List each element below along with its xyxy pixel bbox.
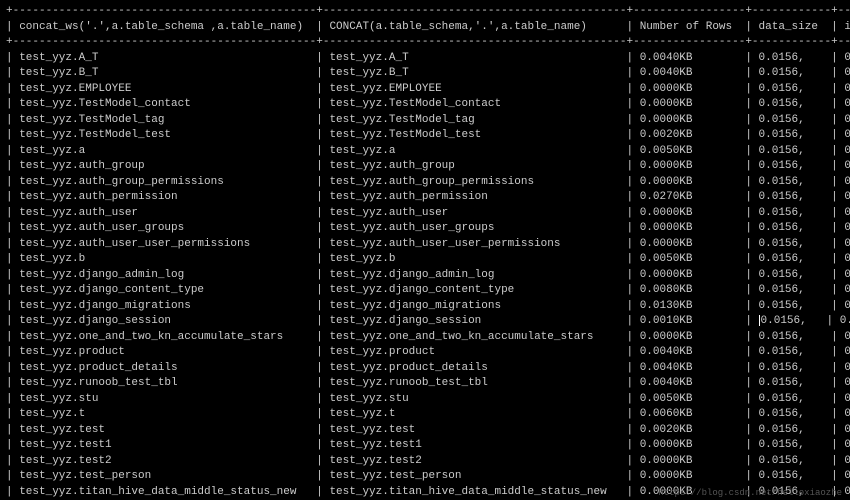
table-header-row: | concat_ws('.',a.table_schema ,a.table_… xyxy=(6,20,844,36)
table-row: | test_yyz.django_content_type | test_yy… xyxy=(6,283,844,299)
table-row: | test_yyz.test1 | test_yyz.test1 | 0.00… xyxy=(6,438,844,454)
table-row: | test_yyz.test_person | test_yyz.test_p… xyxy=(6,469,844,485)
table-row: | test_yyz.TestModel_contact | test_yyz.… xyxy=(6,97,844,113)
table-row: | test_yyz.auth_group_permissions | test… xyxy=(6,175,844,191)
table-row: | test_yyz.runoob_test_tbl | test_yyz.ru… xyxy=(6,376,844,392)
table-row: | test_yyz.A_T | test_yyz.A_T | 0.0040KB… xyxy=(6,51,844,67)
table-row: | test_yyz.django_admin_log | test_yyz.d… xyxy=(6,268,844,284)
table-row: | test_yyz.auth_user | test_yyz.auth_use… xyxy=(6,206,844,222)
table-row: | test_yyz.auth_user_groups | test_yyz.a… xyxy=(6,221,844,237)
table-row: | test_yyz.auth_user_user_permissions | … xyxy=(6,237,844,253)
table-row: | test_yyz.django_migrations | test_yyz.… xyxy=(6,299,844,315)
table-row: | test_yyz.test2 | test_yyz.test2 | 0.00… xyxy=(6,454,844,470)
sql-result-table: +---------------------------------------… xyxy=(0,0,850,500)
watermark-text: https://blog.csdn.net/helloxiaozhe xyxy=(658,488,842,498)
table-border-top: +---------------------------------------… xyxy=(6,4,844,20)
table-row: | test_yyz.test | test_yyz.test | 0.0020… xyxy=(6,423,844,439)
table-row: | test_yyz.django_session | test_yyz.dja… xyxy=(6,314,844,330)
table-row: | test_yyz.auth_permission | test_yyz.au… xyxy=(6,190,844,206)
table-row: | test_yyz.TestModel_tag | test_yyz.Test… xyxy=(6,113,844,129)
table-row: | test_yyz.auth_group | test_yyz.auth_gr… xyxy=(6,159,844,175)
table-row: | test_yyz.b | test_yyz.b | 0.0050KB | 0… xyxy=(6,252,844,268)
table-row: | test_yyz.stu | test_yyz.stu | 0.0050KB… xyxy=(6,392,844,408)
table-row: | test_yyz.one_and_two_kn_accumulate_sta… xyxy=(6,330,844,346)
table-row: | test_yyz.t | test_yyz.t | 0.0060KB | 0… xyxy=(6,407,844,423)
table-row: | test_yyz.product | test_yyz.product | … xyxy=(6,345,844,361)
table-row: | test_yyz.TestModel_test | test_yyz.Tes… xyxy=(6,128,844,144)
table-row: | test_yyz.product_details | test_yyz.pr… xyxy=(6,361,844,377)
table-row: | test_yyz.B_T | test_yyz.B_T | 0.0040KB… xyxy=(6,66,844,82)
table-row: | test_yyz.a | test_yyz.a | 0.0050KB | 0… xyxy=(6,144,844,160)
table-border-header: +---------------------------------------… xyxy=(6,35,844,51)
table-row: | test_yyz.EMPLOYEE | test_yyz.EMPLOYEE … xyxy=(6,82,844,98)
